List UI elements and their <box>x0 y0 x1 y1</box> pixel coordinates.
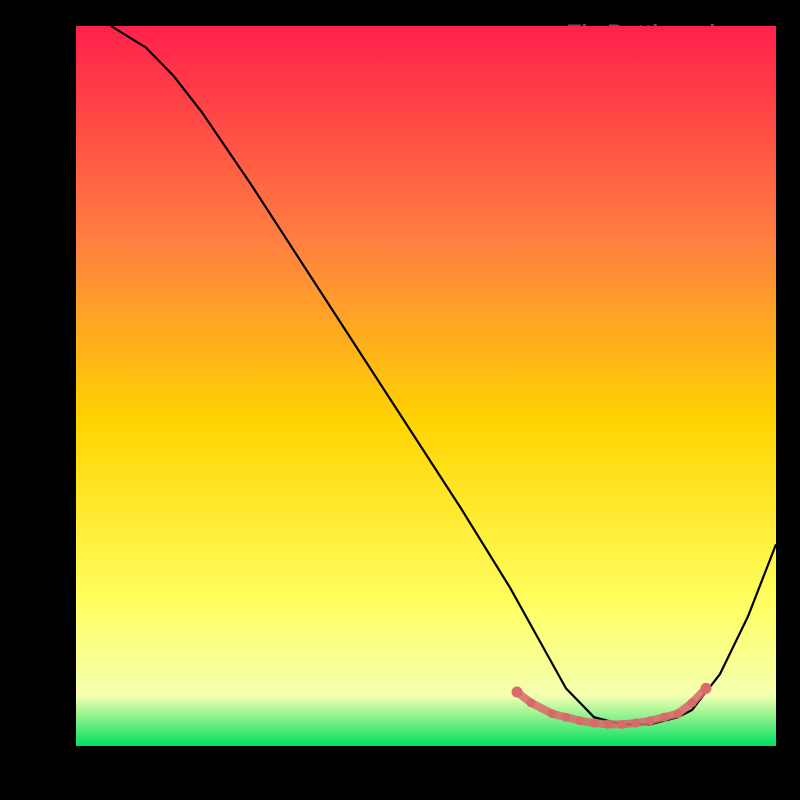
optimal-dot <box>590 719 599 728</box>
optimal-dot <box>562 713 571 722</box>
optimal-dot <box>604 720 613 729</box>
optimal-dot <box>646 716 655 725</box>
optimal-dot <box>548 709 557 718</box>
optimal-dot <box>688 698 697 707</box>
optimal-dot <box>660 713 669 722</box>
optimal-dot <box>512 687 523 698</box>
gradient-background <box>76 26 776 746</box>
optimal-dot <box>701 683 712 694</box>
optimal-dot <box>576 716 585 725</box>
optimal-dot <box>632 719 641 728</box>
optimal-dot <box>674 709 683 718</box>
optimal-dot <box>618 720 627 729</box>
optimal-dot <box>527 698 536 707</box>
plot-area <box>76 26 776 746</box>
chart-svg <box>76 26 776 746</box>
chart-frame: TheBottleneck.com <box>40 20 780 780</box>
